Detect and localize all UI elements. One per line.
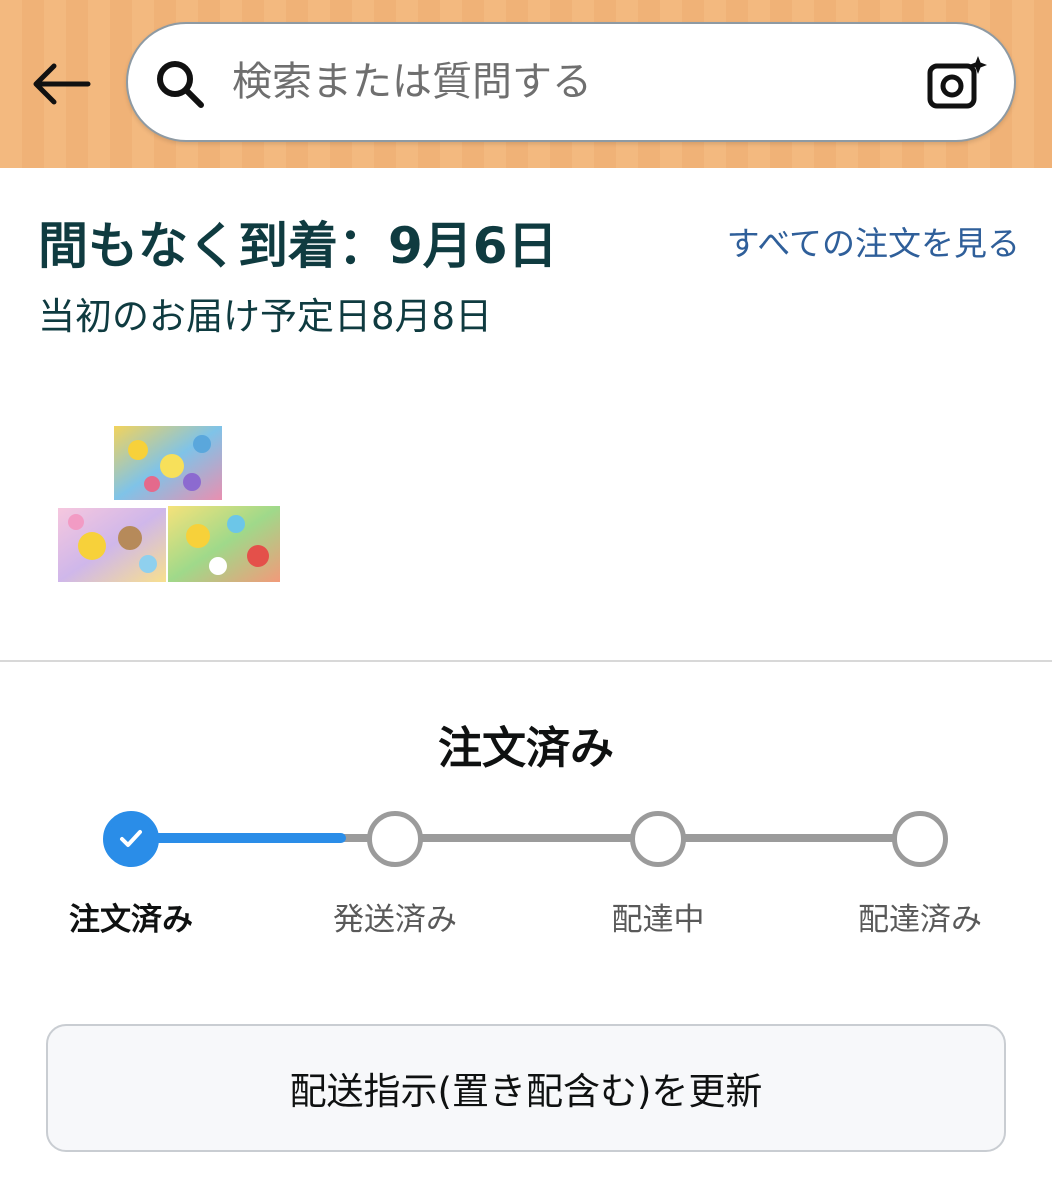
step-1-ordered-dot (103, 811, 159, 867)
search-bar[interactable] (126, 22, 1016, 142)
camera-icon[interactable] (926, 54, 988, 112)
progress-track-completed (130, 833, 346, 843)
all-orders-link[interactable]: すべての注文を見る (700, 218, 1020, 270)
step-4-delivered-dot (892, 811, 948, 867)
checkmark-icon (120, 830, 142, 847)
step-2-shipped-dot (367, 811, 423, 867)
top-bar (0, 0, 1052, 168)
product-thumbnail[interactable] (52, 420, 288, 590)
search-icon (157, 61, 204, 108)
original-delivery-date: 当初のお届け予定日8月8日 (38, 295, 493, 338)
step-1-label: 注文済み (69, 902, 193, 938)
delivery-eta-title: 間もなく到着：9月6日 (38, 217, 558, 275)
step-3-label: 配達中 (611, 902, 705, 938)
order-status-heading: 注文済み (438, 723, 614, 774)
update-delivery-instructions-button[interactable]: 配送指示(置き配含む)を更新 (46, 1024, 1006, 1152)
step-3-in-transit-dot (630, 811, 686, 867)
step-4-label: 配達済み (858, 902, 982, 938)
step-2-label: 発送済み (333, 902, 457, 938)
section-divider (0, 660, 1052, 662)
back-button[interactable] (30, 56, 94, 112)
arrow-left-icon (33, 63, 91, 105)
search-input[interactable] (232, 50, 912, 114)
